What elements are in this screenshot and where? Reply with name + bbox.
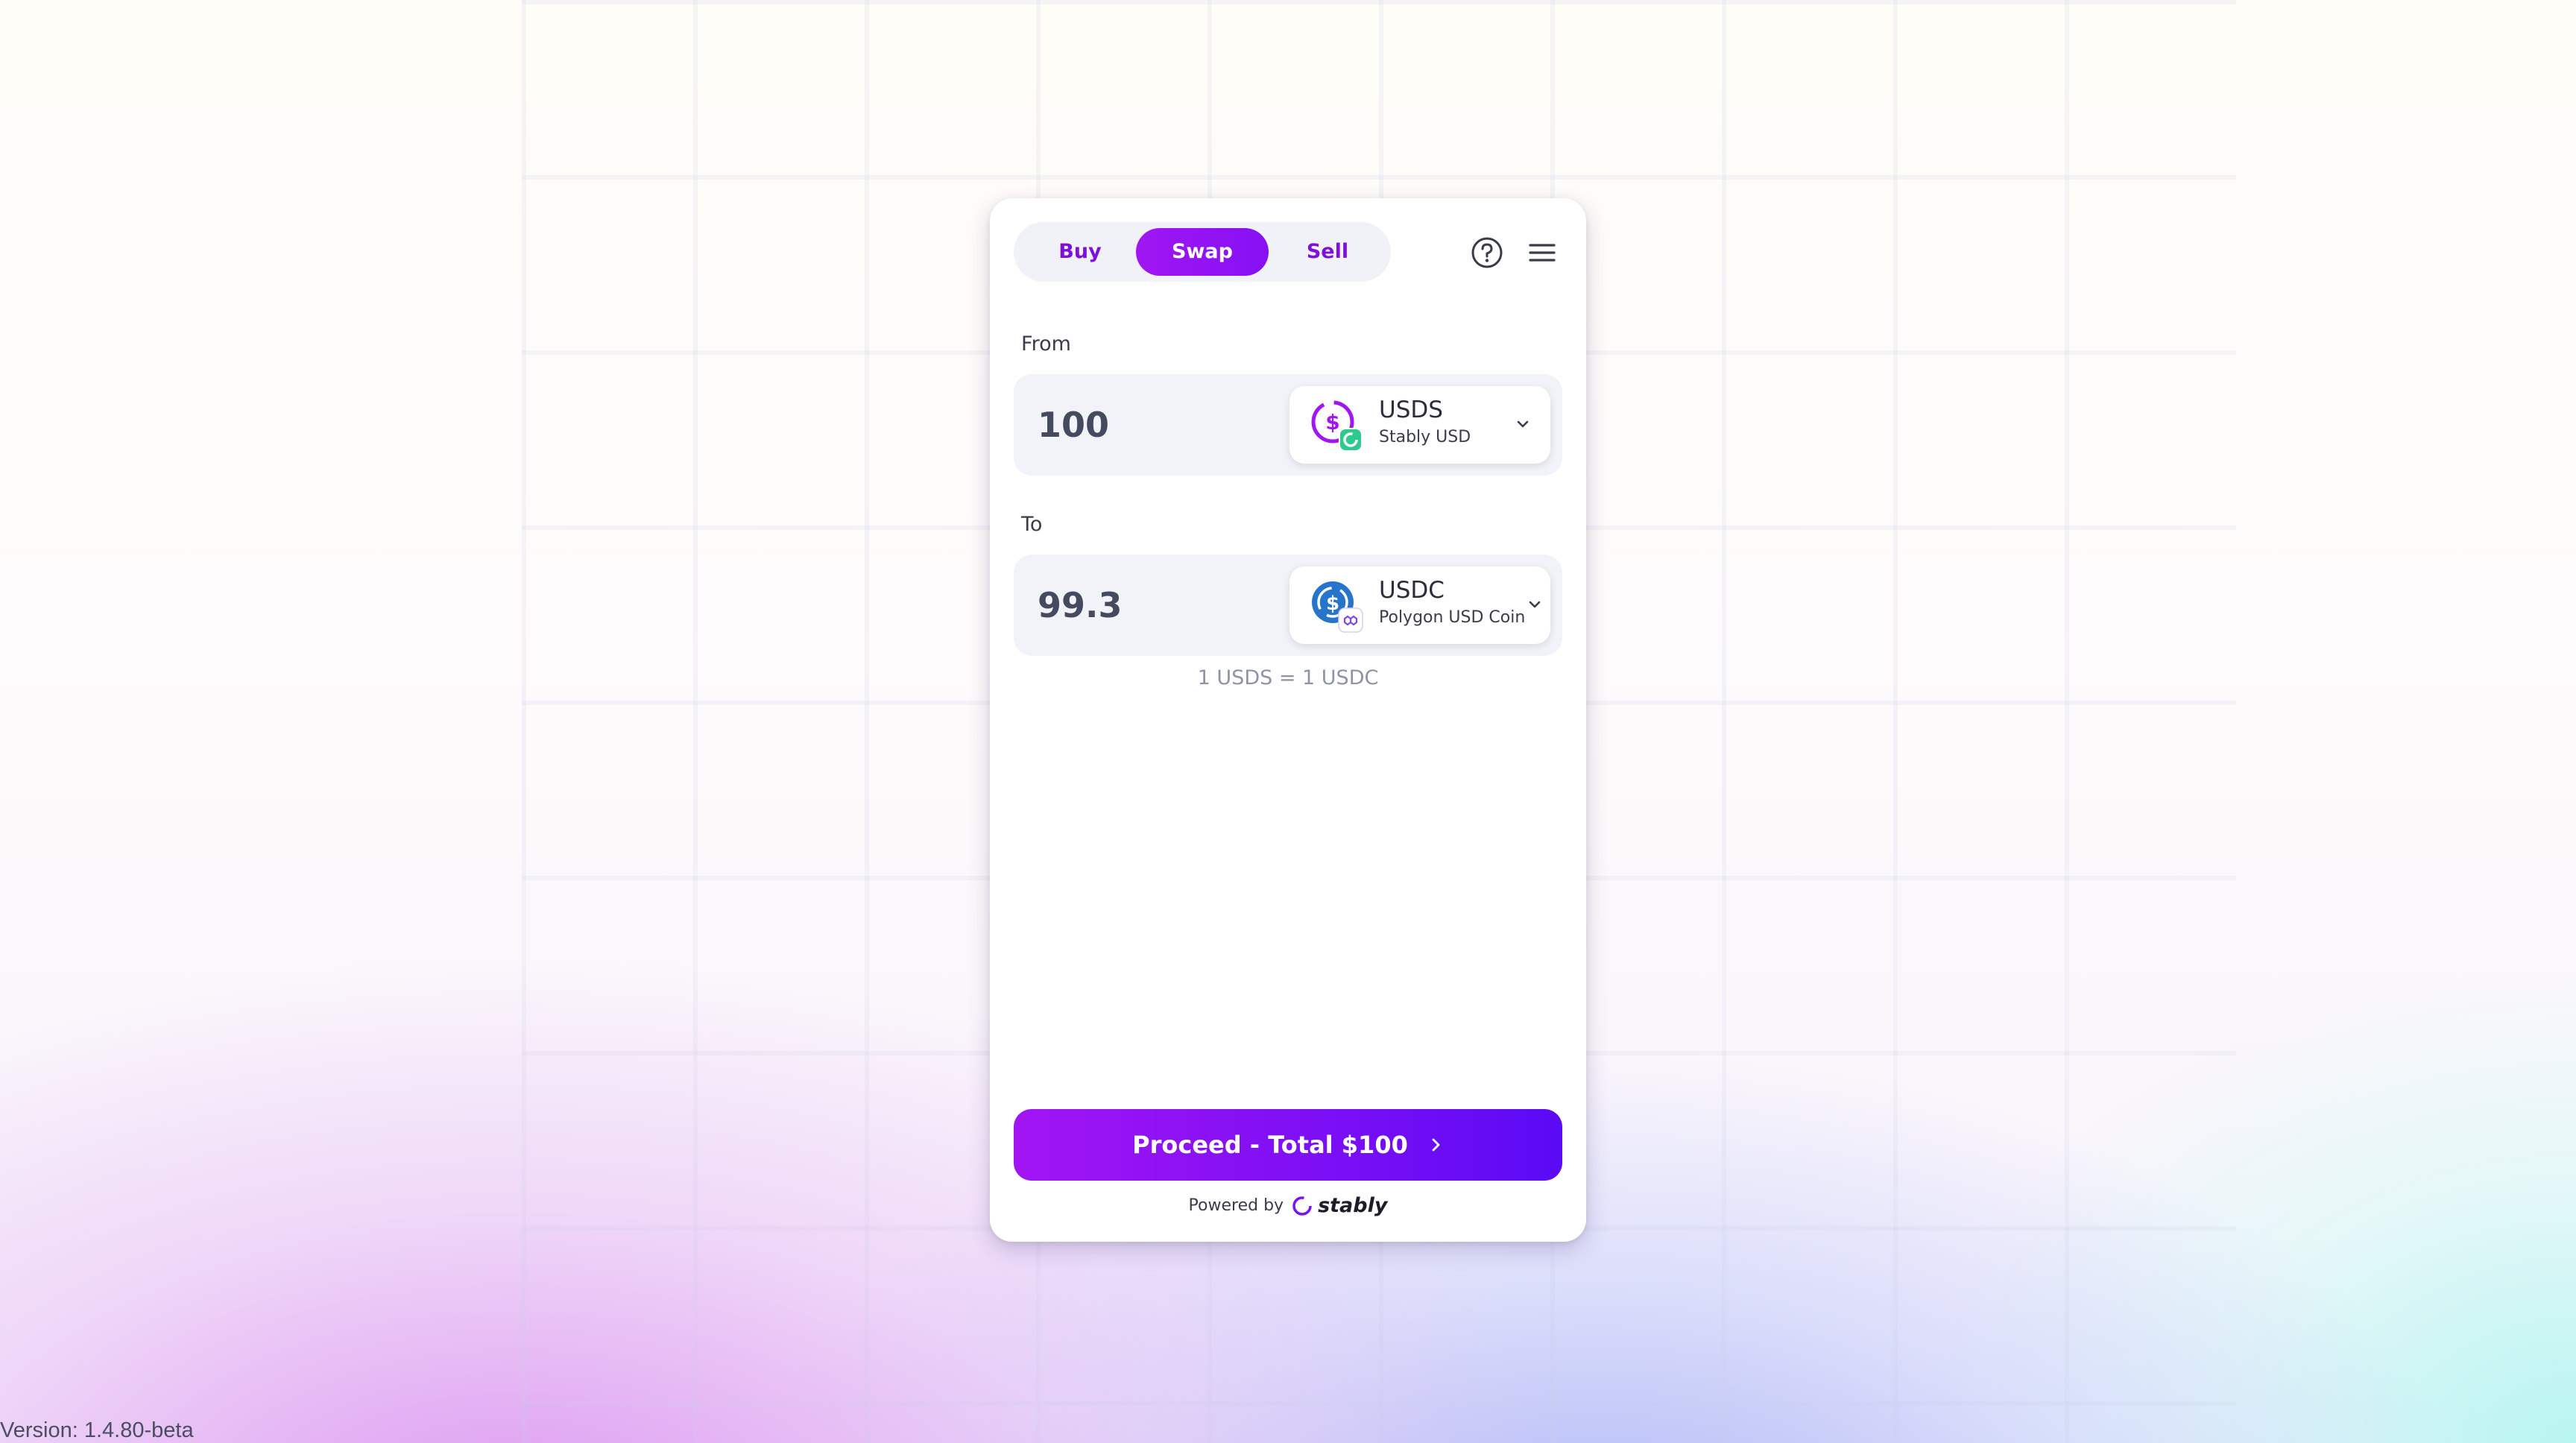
tab-swap[interactable]: Swap bbox=[1136, 228, 1269, 276]
to-token-symbol: USDC bbox=[1379, 577, 1445, 604]
powered-by-prefix: Powered by bbox=[1188, 1196, 1284, 1215]
stably-usd-icon: $ bbox=[1310, 400, 1364, 453]
from-field: 100 $ USDS Stably USD bbox=[1014, 374, 1562, 476]
from-amount-input[interactable]: 100 bbox=[1038, 374, 1109, 476]
help-icon[interactable] bbox=[1468, 234, 1506, 271]
tab-sell[interactable]: Sell bbox=[1261, 228, 1394, 276]
tab-buy[interactable]: Buy bbox=[1014, 228, 1146, 276]
version-label: Version: 1.4.80-beta bbox=[0, 1418, 194, 1442]
from-token-name: Stably USD bbox=[1379, 428, 1471, 446]
from-label: From bbox=[1021, 332, 1071, 356]
powered-by: Powered by stably bbox=[990, 1194, 1586, 1217]
to-label: To bbox=[1021, 513, 1043, 536]
svg-text:$: $ bbox=[1325, 410, 1339, 435]
exchange-rate: 1 USDS = 1 USDC bbox=[1197, 666, 1379, 689]
proceed-button[interactable]: Proceed - Total $100 bbox=[1014, 1109, 1562, 1181]
from-token-symbol: USDS bbox=[1379, 397, 1443, 423]
chevron-down-icon bbox=[1529, 601, 1541, 608]
from-token-selector[interactable]: $ USDS Stably USD bbox=[1289, 386, 1550, 464]
menu-icon[interactable] bbox=[1524, 234, 1561, 271]
swap-widget: Buy Swap Sell From 100 $ USDS Stably USD… bbox=[990, 198, 1586, 1242]
svg-text:$: $ bbox=[1326, 593, 1339, 615]
stably-logo-icon bbox=[1292, 1196, 1312, 1216]
to-token-name: Polygon USD Coin bbox=[1379, 608, 1526, 627]
mode-tabs: Buy Swap Sell bbox=[1014, 222, 1391, 282]
stably-brand[interactable]: stably bbox=[1318, 1194, 1387, 1217]
chevron-right-icon bbox=[1432, 1138, 1440, 1152]
usdc-polygon-icon: $ bbox=[1310, 580, 1364, 634]
to-field: 99.3 $ USDC Polygon USD Coin bbox=[1014, 555, 1562, 656]
to-token-selector[interactable]: $ USDC Polygon USD Coin bbox=[1289, 566, 1550, 644]
chevron-down-icon bbox=[1517, 420, 1529, 428]
to-amount-output: 99.3 bbox=[1038, 585, 1123, 625]
proceed-button-label: Proceed - Total $100 bbox=[1132, 1131, 1408, 1159]
